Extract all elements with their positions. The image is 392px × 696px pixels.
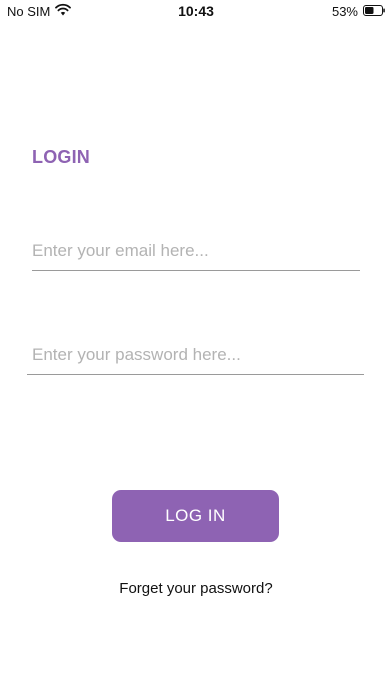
battery-percentage: 53%	[331, 4, 358, 19]
email-field[interactable]	[32, 236, 358, 266]
password-field[interactable]	[32, 340, 362, 370]
battery-icon	[363, 5, 385, 16]
password-field-underline	[27, 374, 364, 375]
status-bar: No SIM 10:43 53%	[0, 0, 392, 24]
email-field-underline	[32, 270, 360, 271]
login-button[interactable]: LOG IN	[112, 490, 279, 542]
page-title: LOGIN	[32, 147, 90, 167]
forgot-password-link[interactable]: Forget your password?	[0, 580, 392, 597]
